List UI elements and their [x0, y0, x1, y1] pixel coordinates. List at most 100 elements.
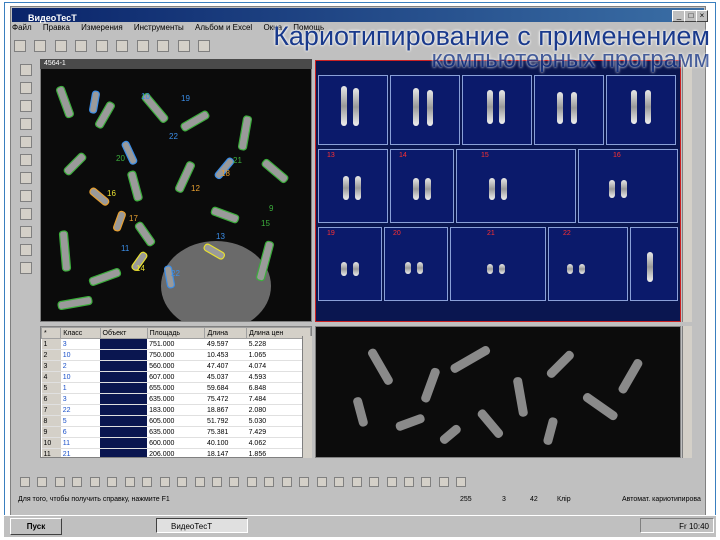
object-thumbnail	[100, 393, 148, 405]
tool-icon[interactable]	[20, 477, 30, 487]
table-row[interactable]: 2 10 750.000 10.453 1.065	[41, 349, 311, 361]
tool-icon[interactable]	[211, 477, 222, 487]
centromere-length-cell: 5.228	[246, 338, 311, 350]
column-header[interactable]: *	[41, 327, 62, 339]
centromere-length-cell: 1.856	[246, 448, 311, 457]
flip-icon[interactable]	[20, 190, 32, 202]
rotate-icon[interactable]	[20, 172, 32, 184]
menu-measure[interactable]: Измерения	[81, 23, 122, 32]
tool-icon[interactable]	[264, 477, 275, 487]
open-folder-icon[interactable]	[34, 40, 47, 52]
area-cell: 605.000	[147, 415, 205, 427]
erase-tool-icon[interactable]	[20, 118, 32, 130]
length-cell: 59.684	[204, 382, 247, 394]
centromere-length-cell: 7.484	[246, 393, 311, 405]
chromosome-label: 9	[269, 204, 274, 213]
tool-icon[interactable]	[72, 477, 83, 487]
tool-icon[interactable]	[124, 477, 135, 487]
table-row[interactable]: 3 2 560.000 47.407 4.074	[41, 360, 311, 372]
tool-icon[interactable]	[54, 477, 65, 487]
menu-file[interactable]: Файл	[12, 23, 32, 32]
tool-icon[interactable]	[37, 477, 48, 487]
measure-icon[interactable]	[20, 208, 32, 220]
tool-icon[interactable]	[456, 477, 467, 487]
tool-icon[interactable]	[351, 477, 362, 487]
label-icon[interactable]	[20, 226, 32, 238]
tool-icon[interactable]	[421, 477, 432, 487]
tool-icon[interactable]	[334, 477, 345, 487]
slide-subtitle: компьютерных программ	[431, 46, 710, 73]
length-cell: 45.037	[204, 371, 247, 383]
draw-tool-icon[interactable]	[20, 100, 32, 112]
tool-icon[interactable]	[89, 477, 100, 487]
taskbar-app-button[interactable]: ВидеоТесТ	[156, 518, 248, 533]
metaphase-spread: 19 10 22 17 12 21 18 16 20 14 11 15 9 22…	[56, 85, 289, 321]
table-header-row: * Класс Объект Площадь Длина Длина цен	[41, 327, 311, 339]
table-row[interactable]: 7 22 183.000 18.867 2.080	[41, 404, 311, 416]
column-header[interactable]: Длина	[204, 327, 248, 339]
pointer-tool-icon[interactable]	[20, 64, 32, 76]
join-chromosome-icon[interactable]	[20, 154, 32, 166]
menu-edit[interactable]: Правка	[43, 23, 70, 32]
select-tool-icon[interactable]	[20, 82, 32, 94]
tool-icon[interactable]	[107, 477, 118, 487]
table-row[interactable]: 8 5 605.000 51.792 5.030	[41, 415, 311, 427]
chromosome-label: 12	[191, 184, 200, 193]
raw-metaphase-image[interactable]	[315, 326, 681, 458]
column-header[interactable]: Площадь	[146, 327, 206, 339]
bottom-toolbar	[18, 474, 698, 490]
group-number: 15	[481, 152, 489, 159]
table-row[interactable]: 11 21 206.000 18.147 1.856	[41, 448, 311, 457]
table-row[interactable]: 6 3 635.000 75.472 7.484	[41, 393, 311, 405]
table-row[interactable]: 9 6 635.000 75.381 7.429	[41, 426, 311, 438]
tool-icon[interactable]	[438, 477, 449, 487]
length-cell: 75.472	[204, 393, 247, 405]
grid-icon[interactable]	[20, 244, 32, 256]
karyogram-cell	[630, 227, 678, 301]
karyogram-pane[interactable]: 13 14 15 16 19 20 21 22	[315, 60, 681, 322]
cut-chromosome-icon[interactable]	[20, 136, 32, 148]
tool-icon[interactable]	[369, 477, 380, 487]
print-icon[interactable]	[75, 40, 88, 52]
row-index: 3	[41, 360, 61, 372]
table-scrollbar[interactable]	[302, 336, 312, 458]
tool-icon[interactable]	[142, 477, 153, 487]
save-icon[interactable]	[54, 40, 67, 52]
status-bar: Для того, чтобы получить справку, нажмит…	[12, 496, 704, 508]
chromosome-label: 21	[233, 156, 242, 165]
copy-icon[interactable]	[116, 40, 129, 52]
metaphase-image[interactable]: 19 10 22 17 12 21 18 16 20 14 11 15 9 22…	[40, 60, 312, 322]
row-index: 4	[41, 371, 61, 383]
table-row[interactable]: 10 11 600.000 40.100 4.062	[41, 437, 311, 449]
column-header[interactable]: Длина цен	[246, 327, 311, 339]
column-header[interactable]: Объект	[99, 327, 148, 339]
area-cell: 206.000	[147, 448, 205, 457]
image-scrollbar[interactable]	[682, 326, 692, 458]
column-header[interactable]: Класс	[60, 327, 101, 339]
language-indicator[interactable]: Fr	[679, 522, 687, 531]
tool-icon[interactable]	[177, 477, 188, 487]
class-cell: 1	[60, 382, 101, 394]
centromere-length-cell: 2.080	[246, 404, 311, 416]
tool-icon[interactable]	[281, 477, 292, 487]
new-file-icon[interactable]	[14, 40, 26, 52]
start-button[interactable]: Пуск	[10, 518, 62, 535]
tool-icon[interactable]	[194, 477, 205, 487]
cut-icon[interactable]	[95, 40, 108, 52]
row-index: 7	[41, 404, 61, 416]
stop-icon[interactable]	[20, 262, 32, 274]
table-row[interactable]: 4 10 607.000 45.037 4.593	[41, 371, 311, 383]
tool-icon[interactable]	[299, 477, 310, 487]
tool-icon[interactable]	[316, 477, 327, 487]
status-value: 3	[502, 496, 506, 503]
tool-icon[interactable]	[246, 477, 257, 487]
centromere-length-cell: 4.062	[246, 437, 311, 449]
tool-icon[interactable]	[159, 477, 170, 487]
tool-icon[interactable]	[229, 477, 240, 487]
tool-icon[interactable]	[386, 477, 397, 487]
table-row[interactable]: 1 3 751.000 49.597 5.228	[41, 338, 311, 350]
paste-icon[interactable]	[136, 40, 149, 52]
tool-icon[interactable]	[403, 477, 414, 487]
table-row[interactable]: 5 1 655.000 59.684 6.848	[41, 382, 311, 394]
karyogram-scrollbar[interactable]	[682, 60, 692, 322]
